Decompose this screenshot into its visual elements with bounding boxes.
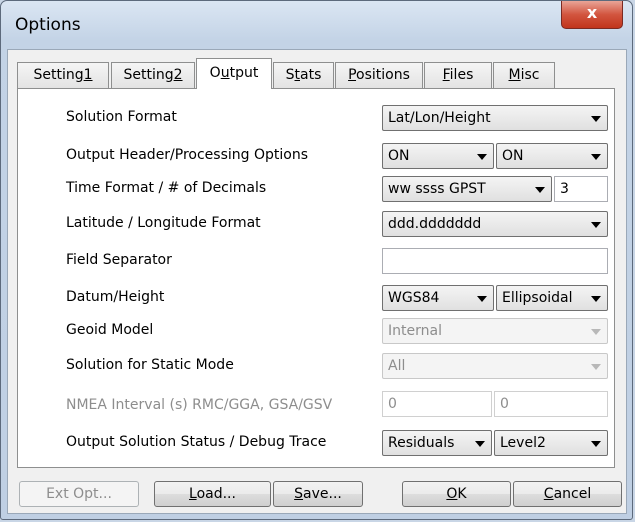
time-format-label: Time Format / # of Decimals bbox=[66, 180, 267, 196]
processing-options-select[interactable]: ON bbox=[496, 143, 608, 169]
window-title: Options bbox=[15, 15, 81, 35]
ext-opt-button[interactable]: Ext Opt... bbox=[19, 481, 139, 507]
field-separator-label: Field Separator bbox=[66, 252, 172, 268]
close-button[interactable]: x bbox=[561, 1, 623, 29]
chevron-down-icon bbox=[477, 296, 487, 302]
datum-select[interactable]: WGS84 bbox=[382, 285, 494, 311]
static-mode-label: Solution for Static Mode bbox=[66, 357, 234, 373]
latlon-format-select[interactable]: ddd.ddddddd bbox=[382, 211, 608, 237]
solution-status-select[interactable]: Residuals bbox=[382, 430, 492, 456]
static-mode-select[interactable]: All bbox=[382, 353, 608, 379]
field-separator-input[interactable] bbox=[382, 248, 608, 274]
chevron-down-icon bbox=[591, 329, 601, 335]
chevron-down-icon bbox=[591, 441, 601, 447]
nmea-rmc-gga-input[interactable]: 0 bbox=[382, 391, 492, 417]
cancel-button[interactable]: Cancel bbox=[513, 481, 622, 507]
output-header-select[interactable]: ON bbox=[382, 143, 494, 169]
ok-button[interactable]: OK bbox=[402, 481, 511, 507]
tab-misc[interactable]: Misc bbox=[493, 62, 555, 88]
chevron-down-icon bbox=[591, 154, 601, 160]
solution-format-select[interactable]: Lat/Lon/Height bbox=[382, 105, 608, 131]
geoid-model-select[interactable]: Internal bbox=[382, 318, 608, 344]
nmea-gsa-gsv-input[interactable]: 0 bbox=[494, 391, 608, 417]
height-select[interactable]: Ellipsoidal bbox=[496, 285, 608, 311]
chevron-down-icon bbox=[475, 441, 485, 447]
tab-setting2[interactable]: Setting2 bbox=[111, 62, 195, 88]
solution-status-label: Output Solution Status / Debug Trace bbox=[66, 434, 327, 450]
tab-output[interactable]: Output bbox=[196, 58, 272, 89]
chevron-down-icon bbox=[535, 187, 545, 193]
chevron-down-icon bbox=[591, 222, 601, 228]
chevron-down-icon bbox=[591, 296, 601, 302]
tab-stats[interactable]: Stats bbox=[273, 62, 334, 88]
load-button[interactable]: Load... bbox=[154, 481, 271, 507]
tab-files[interactable]: Files bbox=[424, 62, 492, 88]
nmea-interval-label: NMEA Interval (s) RMC/GGA, GSA/GSV bbox=[66, 397, 333, 413]
tab-positions[interactable]: Positions bbox=[335, 62, 423, 88]
chevron-down-icon bbox=[591, 364, 601, 370]
time-format-select[interactable]: ww ssss GPST bbox=[382, 176, 552, 202]
output-header-label: Output Header/Processing Options bbox=[66, 147, 308, 163]
close-icon: x bbox=[586, 3, 598, 22]
datum-height-label: Datum/Height bbox=[66, 289, 165, 305]
geoid-model-label: Geoid Model bbox=[66, 322, 154, 338]
chevron-down-icon bbox=[591, 116, 601, 122]
chevron-down-icon bbox=[477, 154, 487, 160]
debug-trace-select[interactable]: Level2 bbox=[494, 430, 608, 456]
latlon-format-label: Latitude / Longitude Format bbox=[66, 215, 261, 231]
solution-format-label: Solution Format bbox=[66, 109, 177, 125]
decimals-input[interactable]: 3 bbox=[554, 176, 608, 202]
tab-setting1[interactable]: Setting1 bbox=[17, 62, 109, 88]
save-button[interactable]: Save... bbox=[273, 481, 363, 507]
